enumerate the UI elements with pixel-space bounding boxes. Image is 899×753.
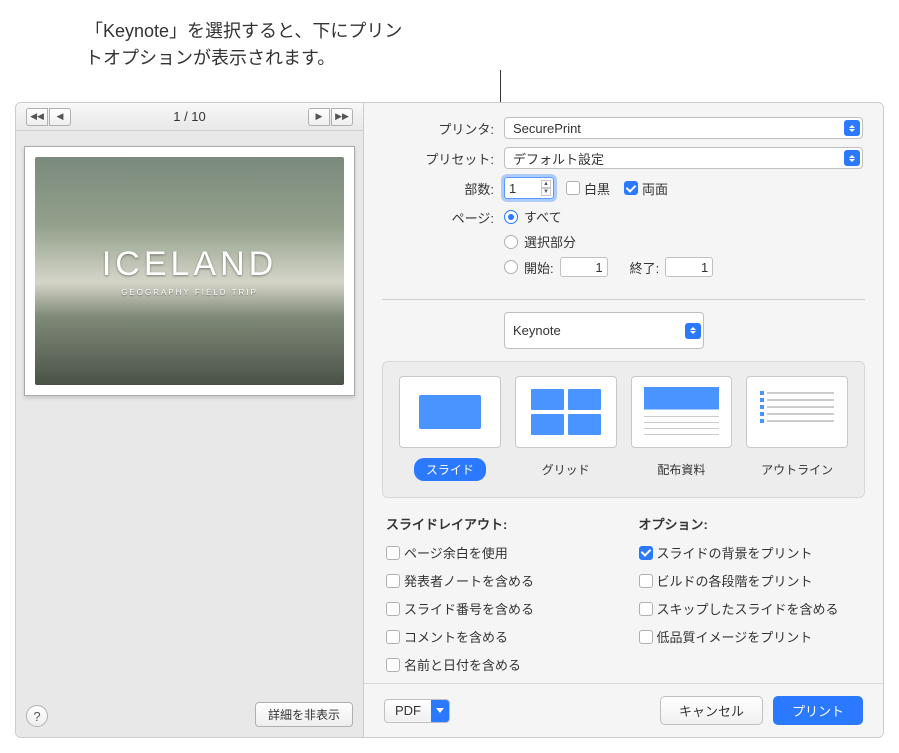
checkbox-icon: [624, 181, 638, 195]
radio-icon: [504, 235, 518, 249]
skipped-label: スキップしたスライドを含める: [657, 599, 839, 618]
checkbox-icon: [639, 630, 653, 644]
radio-icon: [504, 210, 518, 224]
layout-handout-label: 配布資料: [645, 458, 717, 481]
lowres-label: 低品質イメージをプリント: [657, 627, 813, 646]
dropdown-icon: [844, 120, 860, 136]
layout-grid-option[interactable]: グリッド: [515, 376, 617, 481]
print-dialog: ◀◀ ◀ 1 / 10 ▶ ▶▶ ICELAND GEOGRAPHY FIELD…: [15, 102, 884, 738]
pages-selection-radio[interactable]: 選択部分: [504, 232, 713, 251]
stepper-up-icon[interactable]: ▲: [541, 180, 551, 188]
slide-layout-column: スライドレイアウト: ページ余白を使用 発表者ノートを含める スライド番号を含め…: [386, 514, 609, 683]
keynote-options-panel: スライド グリッド 配布資料 アウトライン: [382, 361, 865, 498]
app-options-value: Keynote: [513, 323, 561, 338]
app-options-select[interactable]: Keynote: [504, 312, 704, 349]
options-heading: オプション:: [639, 514, 862, 533]
dropdown-icon: [431, 700, 449, 722]
checkbox-icon: [386, 546, 400, 560]
margins-checkbox[interactable]: ページ余白を使用: [386, 543, 609, 562]
print-button[interactable]: プリント: [773, 696, 863, 725]
printer-select[interactable]: SecurePrint: [504, 117, 863, 139]
notes-checkbox[interactable]: 発表者ノートを含める: [386, 571, 609, 590]
layout-outline-label: アウトライン: [749, 458, 845, 481]
slide-image: ICELAND GEOGRAPHY FIELD TRIP: [35, 157, 344, 385]
checkbox-icon: [386, 630, 400, 644]
printer-label: プリンタ:: [384, 119, 504, 138]
pages-from-label: 開始:: [524, 258, 554, 277]
preset-label: プリセット:: [384, 149, 504, 168]
numbers-checkbox[interactable]: スライド番号を含める: [386, 599, 609, 618]
pages-label: ページ:: [384, 207, 504, 227]
callout-text: 「Keynote」を選択すると、下にプリントオプションが表示されます。: [85, 18, 405, 72]
dropdown-icon: [844, 150, 860, 166]
pages-selection-label: 選択部分: [524, 232, 576, 251]
hide-details-button[interactable]: 詳細を非表示: [255, 702, 353, 727]
page-indicator: 1 / 10: [173, 109, 206, 124]
slide-subtitle: GEOGRAPHY FIELD TRIP: [121, 288, 258, 297]
checkbox-icon: [639, 602, 653, 616]
pages-to-label: 終了:: [630, 258, 660, 277]
background-checkbox[interactable]: スライドの背景をプリント: [639, 543, 862, 562]
bw-checkbox[interactable]: 白黒: [566, 179, 610, 198]
layout-outline-option[interactable]: アウトライン: [746, 376, 848, 481]
bw-label: 白黒: [584, 179, 610, 198]
preset-value: デフォルト設定: [513, 149, 604, 168]
options-column: オプション: スライドの背景をプリント ビルドの各段階をプリント スキップしたス…: [639, 514, 862, 683]
layout-slide-label: スライド: [414, 458, 486, 481]
preview-thumbnail: ICELAND GEOGRAPHY FIELD TRIP: [24, 146, 355, 396]
help-button[interactable]: ?: [26, 705, 48, 727]
slide-layout-heading: スライドレイアウト:: [386, 514, 609, 533]
next-page-button[interactable]: ▶: [308, 108, 330, 126]
pdf-label: PDF: [385, 700, 431, 721]
comments-label: コメントを含める: [404, 627, 508, 646]
printer-value: SecurePrint: [513, 121, 581, 136]
skipped-checkbox[interactable]: スキップしたスライドを含める: [639, 599, 862, 618]
pages-all-label: すべて: [524, 207, 562, 226]
last-page-button[interactable]: ▶▶: [331, 108, 353, 126]
checkbox-icon: [386, 658, 400, 672]
checkbox-icon: [639, 546, 653, 560]
copies-label: 部数:: [384, 179, 504, 198]
preset-select[interactable]: デフォルト設定: [504, 147, 863, 169]
copies-value: 1: [509, 181, 516, 196]
duplex-checkbox[interactable]: 両面: [624, 179, 668, 198]
preview-pane: ◀◀ ◀ 1 / 10 ▶ ▶▶ ICELAND GEOGRAPHY FIELD…: [16, 103, 364, 737]
separator: [382, 299, 865, 300]
pages-from-input[interactable]: 1: [560, 257, 608, 277]
checkbox-icon: [386, 602, 400, 616]
pages-range-radio[interactable]: 開始: 1 終了: 1: [504, 257, 713, 277]
background-label: スライドの背景をプリント: [657, 543, 813, 562]
layout-slide-option[interactable]: スライド: [399, 376, 501, 481]
namedate-checkbox[interactable]: 名前と日付を含める: [386, 655, 609, 674]
checkbox-icon: [386, 574, 400, 588]
cancel-button[interactable]: キャンセル: [660, 696, 763, 725]
margins-label: ページ余白を使用: [404, 543, 508, 562]
notes-label: 発表者ノートを含める: [404, 571, 534, 590]
builds-label: ビルドの各段階をプリント: [657, 571, 813, 590]
pages-to-input[interactable]: 1: [665, 257, 713, 277]
comments-checkbox[interactable]: コメントを含める: [386, 627, 609, 646]
pages-all-radio[interactable]: すべて: [504, 207, 713, 226]
duplex-label: 両面: [642, 179, 668, 198]
first-page-button[interactable]: ◀◀: [26, 108, 48, 126]
pdf-menu-button[interactable]: PDF: [384, 699, 450, 723]
layout-handout-option[interactable]: 配布資料: [631, 376, 733, 481]
dialog-footer: PDF キャンセル プリント: [364, 683, 883, 737]
namedate-label: 名前と日付を含める: [404, 655, 521, 674]
builds-checkbox[interactable]: ビルドの各段階をプリント: [639, 571, 862, 590]
preview-nav-bar: ◀◀ ◀ 1 / 10 ▶ ▶▶: [16, 103, 363, 131]
radio-icon: [504, 260, 518, 274]
stepper-down-icon[interactable]: ▼: [541, 188, 551, 196]
slide-title: ICELAND: [102, 245, 277, 284]
numbers-label: スライド番号を含める: [404, 599, 534, 618]
checkbox-icon: [639, 574, 653, 588]
layout-grid-label: グリッド: [530, 458, 602, 481]
prev-page-button[interactable]: ◀: [49, 108, 71, 126]
settings-pane: プリンタ: SecurePrint プリセット: デフォルト設定 部数: 1 ▲…: [364, 103, 883, 737]
dropdown-icon: [685, 323, 701, 339]
checkbox-icon: [566, 181, 580, 195]
copies-input[interactable]: 1 ▲▼: [504, 177, 554, 199]
lowres-checkbox[interactable]: 低品質イメージをプリント: [639, 627, 862, 646]
